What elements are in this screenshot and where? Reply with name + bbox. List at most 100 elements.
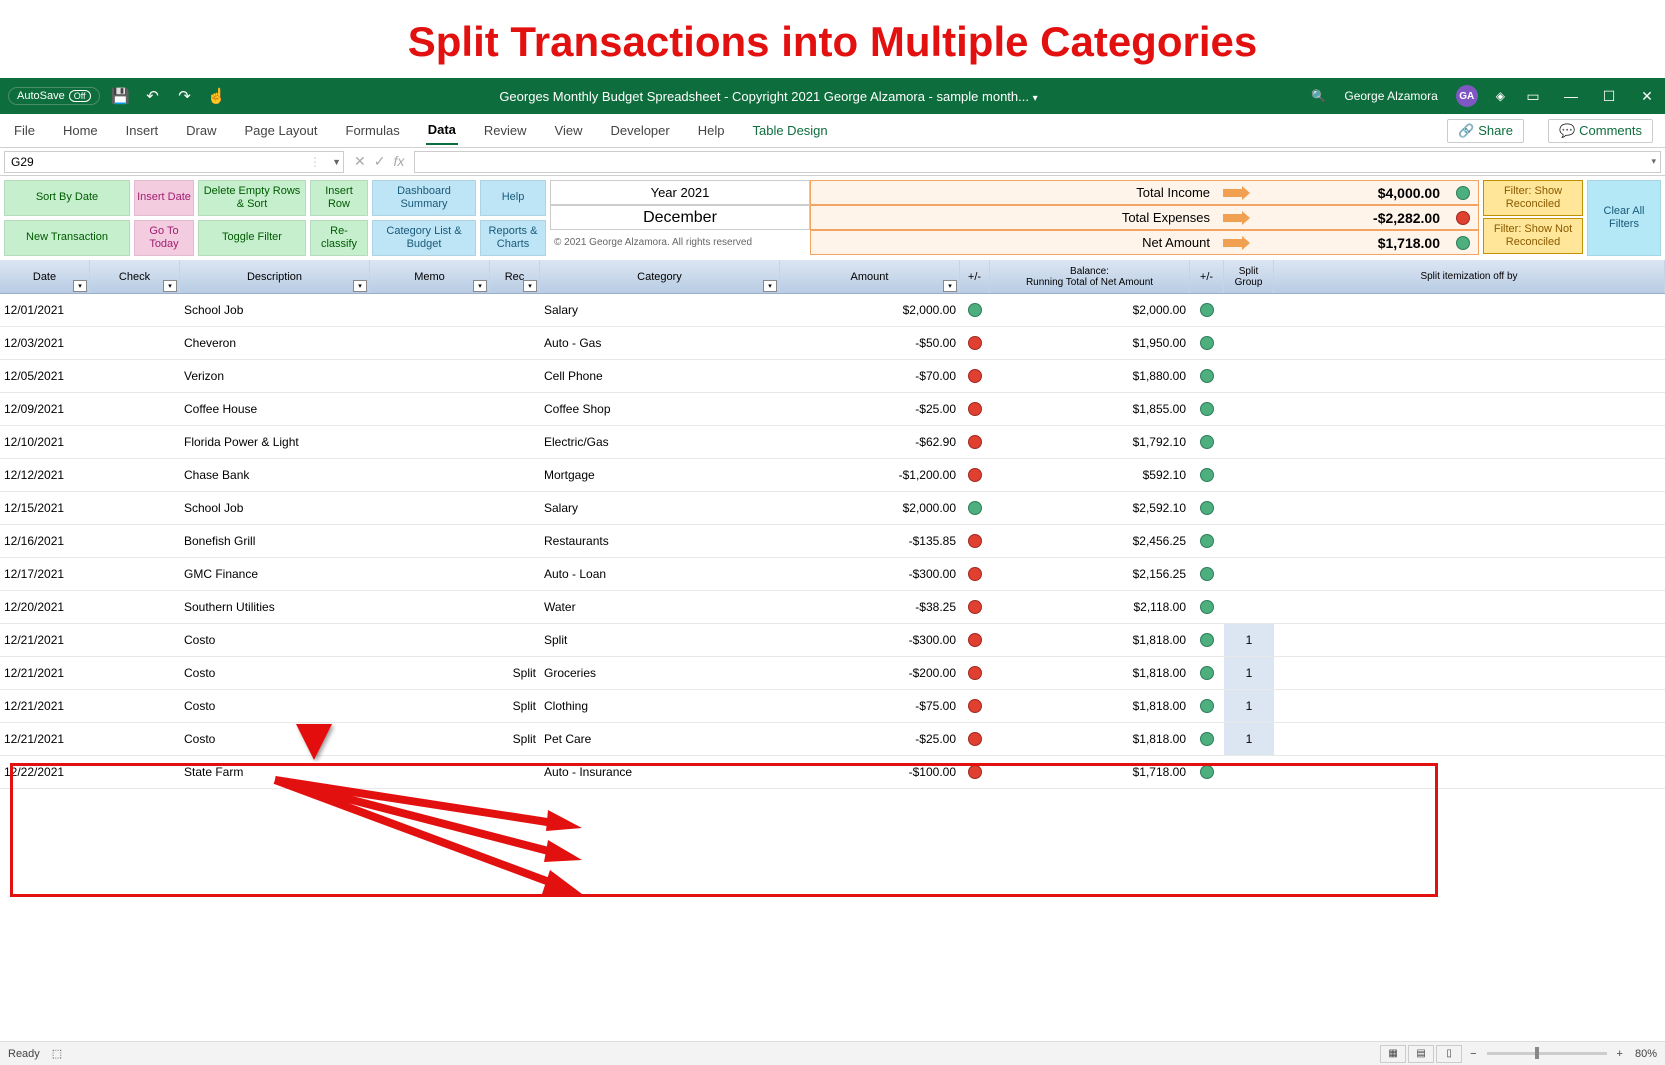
cell-split-item[interactable] <box>1274 492 1665 524</box>
help-button[interactable]: Help <box>480 180 546 216</box>
col-rec[interactable]: Rec▾ <box>490 260 540 293</box>
col-memo[interactable]: Memo▾ <box>370 260 490 293</box>
name-box[interactable]: G29 ⋮ ▼ <box>4 151 344 173</box>
touch-icon[interactable]: ☝ <box>208 87 226 105</box>
view-normal-icon[interactable]: ▦ <box>1380 1045 1406 1063</box>
cell-rec[interactable] <box>490 294 540 326</box>
cell-split-item[interactable] <box>1274 723 1665 755</box>
table-row[interactable]: 12/10/2021 Florida Power & Light Electri… <box>0 426 1665 459</box>
tab-insert[interactable]: Insert <box>124 117 161 144</box>
cell-rec[interactable]: Split <box>490 723 540 755</box>
minimize-icon[interactable]: — <box>1561 86 1581 106</box>
cell-category[interactable]: Auto - Gas <box>540 327 780 359</box>
cell-rec[interactable] <box>490 525 540 557</box>
cell-balance[interactable]: $592.10 <box>990 459 1190 491</box>
cell-split-group[interactable]: 1 <box>1224 723 1274 755</box>
filter-icon[interactable]: ▾ <box>163 280 177 292</box>
cell-category[interactable]: Salary <box>540 492 780 524</box>
cell-date[interactable]: 12/21/2021 <box>0 723 90 755</box>
cell-rec[interactable]: Split <box>490 657 540 689</box>
cell-rec[interactable] <box>490 624 540 656</box>
table-row[interactable]: 12/21/2021 Costo Split Groceries -$200.0… <box>0 657 1665 690</box>
cell-split-item[interactable] <box>1274 393 1665 425</box>
autosave-toggle[interactable]: AutoSave Off <box>8 87 100 105</box>
cell-description[interactable]: GMC Finance <box>180 558 370 590</box>
cell-category[interactable]: Clothing <box>540 690 780 722</box>
cell-amount[interactable]: -$25.00 <box>780 393 960 425</box>
cell-amount[interactable]: -$200.00 <box>780 657 960 689</box>
cell-memo[interactable] <box>370 558 490 590</box>
cell-date[interactable]: 12/21/2021 <box>0 624 90 656</box>
cell-split-group[interactable]: 1 <box>1224 624 1274 656</box>
tab-draw[interactable]: Draw <box>184 117 218 144</box>
cell-amount[interactable]: -$75.00 <box>780 690 960 722</box>
cell-balance[interactable]: $2,456.25 <box>990 525 1190 557</box>
tab-page-layout[interactable]: Page Layout <box>243 117 320 144</box>
cell-split-group[interactable] <box>1224 360 1274 392</box>
cell-split-item[interactable] <box>1274 624 1665 656</box>
cell-split-item[interactable] <box>1274 558 1665 590</box>
table-row[interactable]: 12/09/2021 Coffee House Coffee Shop -$25… <box>0 393 1665 426</box>
cell-check[interactable] <box>90 723 180 755</box>
cell-check[interactable] <box>90 360 180 392</box>
cell-description[interactable]: Verizon <box>180 360 370 392</box>
cell-memo[interactable] <box>370 525 490 557</box>
category-list-button[interactable]: Category List & Budget <box>372 220 476 256</box>
cell-split-group[interactable] <box>1224 393 1274 425</box>
cell-description[interactable]: State Farm <box>180 756 370 788</box>
view-page-break-icon[interactable]: ▯ <box>1436 1045 1462 1063</box>
table-row[interactable]: 12/22/2021 State Farm Auto - Insurance -… <box>0 756 1665 789</box>
fx-icon[interactable]: fx <box>393 153 404 170</box>
cell-check[interactable] <box>90 492 180 524</box>
cancel-formula-icon[interactable]: ✕ <box>354 153 366 170</box>
table-row[interactable]: 12/16/2021 Bonefish Grill Restaurants -$… <box>0 525 1665 558</box>
cell-check[interactable] <box>90 426 180 458</box>
cell-memo[interactable] <box>370 492 490 524</box>
cell-memo[interactable] <box>370 591 490 623</box>
col-pm2[interactable]: +/- <box>1190 260 1224 293</box>
ribbon-mode-icon[interactable]: ▭ <box>1523 86 1543 106</box>
cell-date[interactable]: 12/12/2021 <box>0 459 90 491</box>
table-row[interactable]: 12/21/2021 Costo Split -$300.00 $1,818.0… <box>0 624 1665 657</box>
tab-developer[interactable]: Developer <box>608 117 671 144</box>
cell-category[interactable]: Pet Care <box>540 723 780 755</box>
cell-memo[interactable] <box>370 657 490 689</box>
cell-balance[interactable]: $1,718.00 <box>990 756 1190 788</box>
tab-review[interactable]: Review <box>482 117 529 144</box>
cell-category[interactable]: Restaurants <box>540 525 780 557</box>
clear-all-filters-button[interactable]: Clear All Filters <box>1587 180 1661 256</box>
filter-icon[interactable]: ▾ <box>523 280 537 292</box>
cell-memo[interactable] <box>370 327 490 359</box>
chevron-down-icon[interactable]: ▾ <box>1651 156 1656 167</box>
cell-memo[interactable] <box>370 459 490 491</box>
insert-row-button[interactable]: Insert Row <box>310 180 368 216</box>
cell-description[interactable]: Costo <box>180 690 370 722</box>
tab-help[interactable]: Help <box>696 117 727 144</box>
cell-split-group[interactable] <box>1224 327 1274 359</box>
cell-memo[interactable] <box>370 756 490 788</box>
cell-memo[interactable] <box>370 690 490 722</box>
record-macro-icon[interactable]: ⬚ <box>52 1047 62 1060</box>
cell-rec[interactable] <box>490 426 540 458</box>
cell-description[interactable]: Costo <box>180 723 370 755</box>
cell-amount[interactable]: -$50.00 <box>780 327 960 359</box>
maximize-icon[interactable]: ☐ <box>1599 86 1619 106</box>
cell-amount[interactable]: -$1,200.00 <box>780 459 960 491</box>
cell-balance[interactable]: $2,156.25 <box>990 558 1190 590</box>
user-name[interactable]: George Alzamora <box>1344 89 1437 103</box>
cell-category[interactable]: Groceries <box>540 657 780 689</box>
filter-icon[interactable]: ▾ <box>73 280 87 292</box>
cell-split-group[interactable] <box>1224 492 1274 524</box>
cell-split-item[interactable] <box>1274 294 1665 326</box>
cell-category[interactable]: Split <box>540 624 780 656</box>
cell-description[interactable]: Bonefish Grill <box>180 525 370 557</box>
diamond-icon[interactable]: ◈ <box>1496 89 1505 103</box>
table-row[interactable]: 12/21/2021 Costo Split Clothing -$75.00 … <box>0 690 1665 723</box>
tab-home[interactable]: Home <box>61 117 100 144</box>
search-icon[interactable]: 🔍 <box>1311 89 1326 103</box>
cell-date[interactable]: 12/21/2021 <box>0 690 90 722</box>
cell-split-group[interactable] <box>1224 591 1274 623</box>
cell-category[interactable]: Mortgage <box>540 459 780 491</box>
col-pm1[interactable]: +/- <box>960 260 990 293</box>
table-row[interactable]: 12/15/2021 School Job Salary $2,000.00 $… <box>0 492 1665 525</box>
